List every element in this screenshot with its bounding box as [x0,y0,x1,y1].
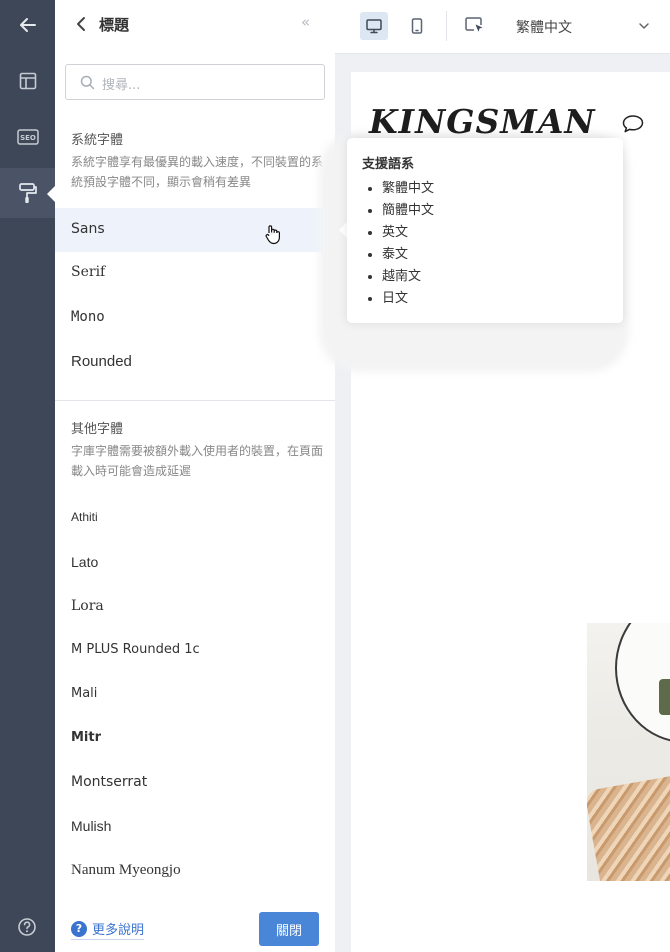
more-help-label: 更多說明 [92,923,145,938]
svg-text:SEO: SEO [20,134,36,142]
font-option-lora[interactable]: Lora [55,585,335,629]
hand-cursor-icon [265,225,280,245]
layout-button[interactable] [0,56,55,106]
font-option-mitr[interactable]: Mitr [55,717,335,761]
language-item: 日文 [382,288,434,310]
language-item: 越南文 [382,266,434,288]
chat-bubble-icon[interactable] [621,114,645,134]
food-photo [587,623,670,881]
language-item: 簡體中文 [382,200,434,222]
top-toolbar: 繁體中文 [335,0,670,54]
question-circle-icon [18,918,36,936]
paint-roller-icon [18,183,37,203]
font-option-label: Montserrat [71,774,148,790]
seo-icon: SEO [16,129,39,145]
desktop-view-button[interactable] [360,12,388,40]
font-option-label: Mali [71,686,98,701]
font-option-montserrat[interactable]: Montserrat [55,761,335,805]
search-placeholder: 搜尋... [102,78,141,93]
layout-icon [19,72,36,90]
supported-languages-tooltip: 支援語系 繁體中文 簡體中文 英文 泰文 越南文 日文 [347,138,623,323]
font-option-mali[interactable]: Mali [55,673,335,717]
site-logo[interactable]: KINGSMAN [369,102,596,141]
seo-button[interactable]: SEO [0,112,55,162]
font-option-label: Lora [71,598,104,614]
font-option-lato[interactable]: Lato [55,541,335,585]
search-icon [80,75,95,90]
back-button[interactable] [0,0,55,50]
language-item: 英文 [382,222,434,244]
desktop-icon [366,19,382,34]
font-option-label: Mulish [71,818,112,834]
interaction-preview-button[interactable] [461,12,489,40]
system-fonts-description: 系統字體享有最優異的載入速度，不同裝置的系統預設字體不同，顯示會稍有差異 [71,155,324,189]
font-option-sans[interactable]: Sans [55,208,335,252]
font-settings-panel: 標題 « 搜尋... 系統字體 系統字體享有最優異的載入速度，不同裝置的系統預設… [55,0,335,952]
other-fonts-title: 其他字體 [71,422,124,437]
active-pointer [47,186,55,202]
panel-header: 標題 « [55,0,335,50]
tooltip-title: 支援語系 [362,157,415,172]
font-option-label: Sans [71,221,105,237]
font-option-label: Nanum Myeongjo [71,862,181,878]
mobile-icon [411,18,423,34]
chevron-down-icon [639,23,649,29]
font-option-serif[interactable]: Serif [55,251,335,295]
font-option-label: M PLUS Rounded 1c [71,642,200,657]
help-rail-button[interactable] [17,917,37,941]
language-list: 繁體中文 簡體中文 英文 泰文 越南文 日文 [382,178,434,310]
help-icon: ? [71,920,87,937]
more-help-link[interactable]: ? 更多說明 [71,919,145,940]
font-option-label: Lato [71,554,99,570]
system-fonts-title: 系統字體 [71,133,124,148]
font-option-label: Rounded [71,353,132,370]
font-option-athiti[interactable]: Athiti [55,497,335,541]
close-button[interactable]: 關閉 [259,912,319,946]
arrow-left-icon [19,18,36,32]
section-divider [55,400,335,401]
font-option-rounded[interactable]: Rounded [55,340,335,384]
font-option-mulish[interactable]: Mulish [55,805,335,849]
panel-back-button[interactable] [75,15,87,37]
language-item: 泰文 [382,244,434,266]
tooltip-arrow [339,222,347,238]
toolbar-divider [446,11,447,41]
collapse-panel-button[interactable]: « [301,13,310,31]
font-search-input[interactable]: 搜尋... [65,64,325,100]
toast-shape [587,772,670,881]
mobile-view-button[interactable] [403,12,431,40]
font-option-label: Athiti [71,510,98,524]
other-fonts-description: 字庫字體需要被額外載入使用者的裝置，在頁面載入時可能會造成延遲 [71,444,324,478]
left-rail: SEO [0,0,55,952]
font-option-label: Mitr [71,730,102,745]
language-item: 繁體中文 [382,178,434,200]
panel-title: 標題 [99,16,130,34]
leaf-shape [659,679,670,715]
font-option-label: Mono [71,309,105,325]
cursor-window-icon [465,17,483,32]
language-value: 繁體中文 [516,20,572,36]
language-select[interactable]: 繁體中文 [506,9,666,43]
font-option-label: Serif [71,264,106,280]
font-option-mono[interactable]: Mono [55,296,335,340]
chevron-left-icon [77,17,85,31]
font-option-nanum-myeongjo[interactable]: Nanum Myeongjo [55,849,335,893]
font-option-m-plus-rounded[interactable]: M PLUS Rounded 1c [55,629,335,673]
